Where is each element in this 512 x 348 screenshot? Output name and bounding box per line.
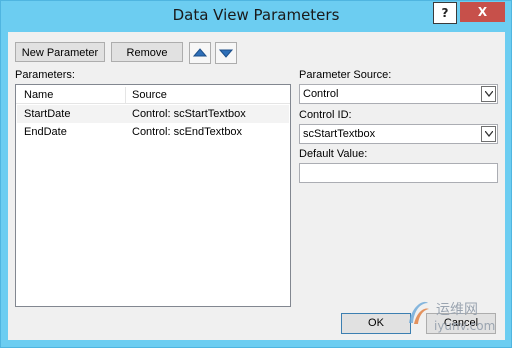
chevron-down-icon[interactable] — [481, 126, 496, 142]
row-source: Control: scEndTextbox — [132, 126, 243, 138]
parameter-source-select[interactable]: Control — [299, 84, 498, 104]
watermark: 运维网 iyunv.com — [406, 297, 506, 343]
title-bar[interactable]: Data View Parameters ? X — [1, 1, 511, 31]
parameter-source-label: Parameter Source: — [299, 69, 392, 81]
close-button[interactable]: X — [460, 2, 505, 22]
column-header-source[interactable]: Source — [132, 87, 167, 103]
new-parameter-button[interactable]: New Parameter — [15, 42, 105, 62]
column-separator[interactable] — [125, 87, 126, 103]
control-id-select[interactable]: scStartTextbox — [299, 124, 498, 144]
watermark-line1: 运维网 — [436, 302, 478, 318]
watermark-logo-icon — [409, 301, 429, 324]
move-down-button[interactable] — [215, 42, 237, 64]
move-up-button[interactable] — [189, 42, 211, 64]
default-value-label: Default Value: — [299, 148, 368, 160]
down-arrow-icon — [218, 49, 234, 58]
chevron-down-icon[interactable] — [481, 86, 496, 102]
parameter-source-value: Control — [303, 88, 339, 100]
listview-header: Name Source — [16, 87, 290, 104]
parameters-label: Parameters: — [15, 69, 75, 81]
table-row[interactable]: StartDate Control: scStartTextbox — [17, 105, 289, 123]
column-header-name[interactable]: Name — [24, 87, 53, 103]
up-arrow-icon — [192, 48, 208, 57]
row-name: EndDate — [24, 126, 67, 138]
row-source: Control: scStartTextbox — [132, 108, 246, 120]
control-id-label: Control ID: — [299, 109, 352, 121]
table-row[interactable]: EndDate Control: scEndTextbox — [17, 123, 289, 141]
ok-button[interactable]: OK — [341, 313, 411, 334]
default-value-input[interactable] — [299, 163, 498, 183]
remove-button[interactable]: Remove — [111, 42, 183, 62]
dialog-window: Data View Parameters ? X New Parameter R… — [0, 0, 512, 348]
control-id-value: scStartTextbox — [303, 128, 376, 140]
close-icon: X — [477, 5, 488, 19]
row-name: StartDate — [24, 108, 71, 120]
dialog-client-area: New Parameter Remove Parameters: Name So… — [8, 32, 505, 340]
parameters-listview[interactable]: Name Source StartDate Control: scStartTe… — [15, 84, 291, 307]
help-button[interactable]: ? — [433, 2, 457, 24]
watermark-line2: iyunv.com — [434, 319, 496, 333]
